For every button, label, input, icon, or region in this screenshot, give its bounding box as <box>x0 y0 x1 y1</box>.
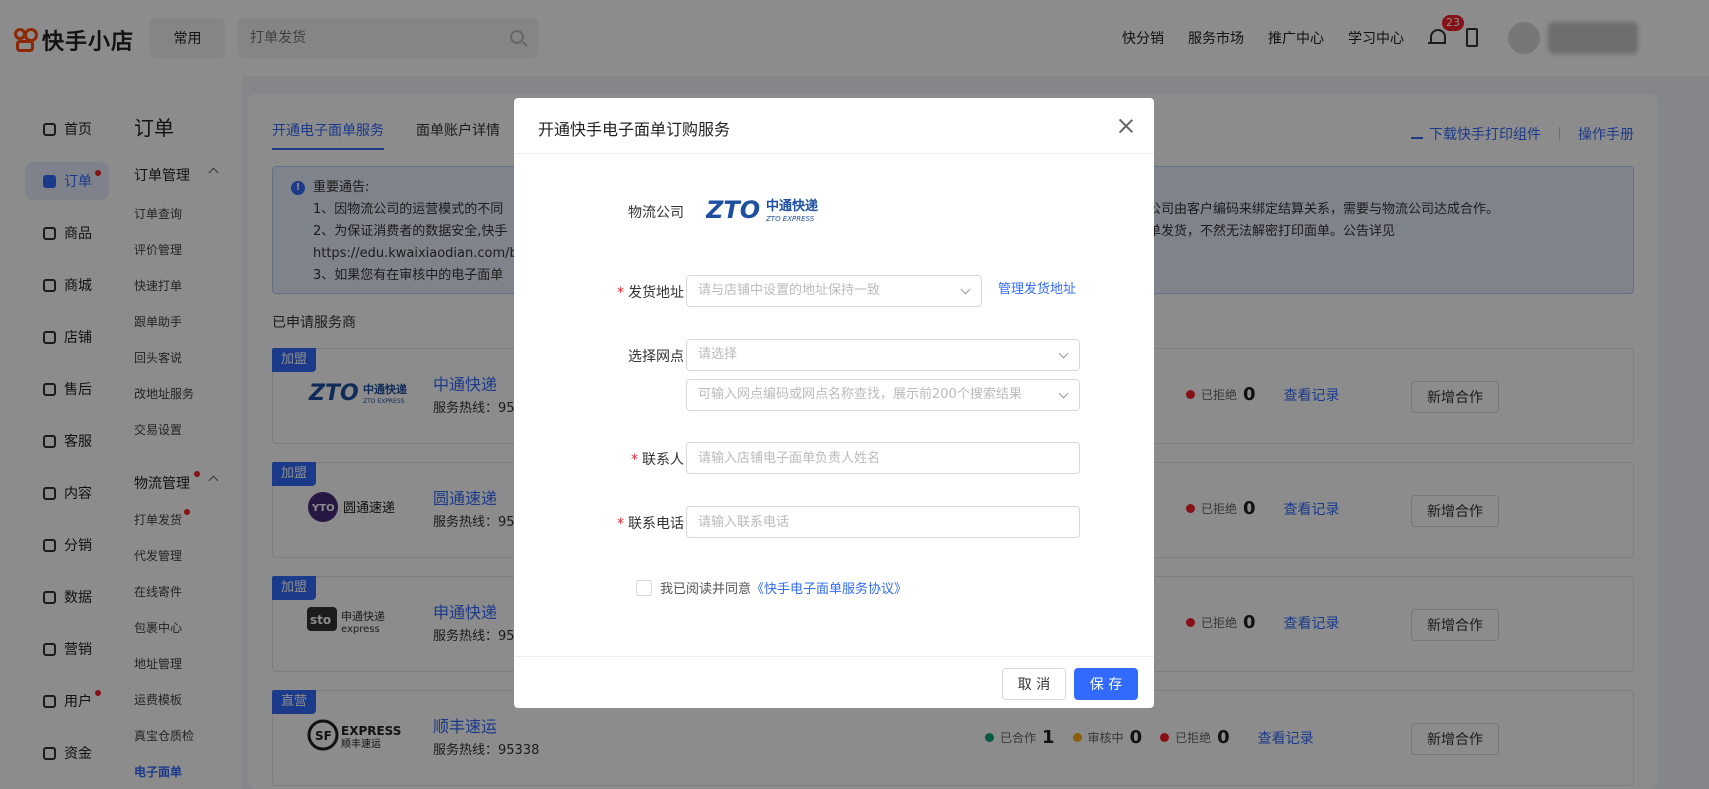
contact-input[interactable] <box>686 442 1080 474</box>
contact-label: * 联系人 <box>631 452 684 468</box>
label-text: 联系人 <box>642 452 684 468</box>
branch-select[interactable]: 请选择 <box>686 339 1080 371</box>
select-placeholder: 请与店铺中设置的地址保持一致 <box>698 283 881 298</box>
address-select[interactable]: 请与店铺中设置的地址保持一致 <box>686 275 982 307</box>
phone-input[interactable] <box>686 506 1080 538</box>
select-placeholder: 请选择 <box>698 347 738 362</box>
agreement-row: 我已阅读并同意 《快手电子面单服务协议》 <box>636 578 907 597</box>
select-placeholder: 可输入网点编码或网点名称查找，展示前200个搜索结果 <box>698 387 1022 402</box>
dialog-footer: 取 消 保 存 <box>514 656 1154 708</box>
agree-text: 我已阅读并同意 <box>660 582 752 597</box>
label-text: 发货地址 <box>628 285 684 301</box>
save-button[interactable]: 保 存 <box>1074 668 1138 700</box>
dialog-header: 开通快手电子面单订购服务 <box>514 98 1154 154</box>
chevron-down-icon <box>1058 388 1069 399</box>
svg-text:ZTO EXPRESS: ZTO EXPRESS <box>765 215 815 223</box>
branch-search-select[interactable]: 可输入网点编码或网点名称查找，展示前200个搜索结果 <box>686 379 1080 411</box>
chevron-down-icon <box>1058 348 1069 359</box>
svg-text:中通快递: 中通快递 <box>766 198 818 214</box>
manage-address-link[interactable]: 管理发货地址 <box>998 278 1076 297</box>
company-label: 物流公司 <box>628 205 684 221</box>
agree-checkbox[interactable] <box>636 579 652 596</box>
subscribe-waybill-dialog: 开通快手电子面单订购服务 物流公司 ZTO 中通快递 ZTO EXPRESS * 发货… <box>514 98 1154 708</box>
phone-label: * 联系电话 <box>617 516 684 532</box>
branch-label: 选择网点 <box>628 349 684 365</box>
label-text: 联系电话 <box>628 516 684 532</box>
agreement-link[interactable]: 《快手电子面单服务协议》 <box>751 578 907 597</box>
close-icon[interactable] <box>1118 118 1134 134</box>
address-label: * 发货地址 <box>617 285 684 301</box>
cancel-button[interactable]: 取 消 <box>1002 668 1066 700</box>
chevron-down-icon <box>960 284 971 295</box>
dialog-title: 开通快手电子面单订购服务 <box>538 120 731 139</box>
zto-express-logo: ZTO 中通快递 ZTO EXPRESS <box>705 194 836 230</box>
svg-text:ZTO: ZTO <box>706 196 760 224</box>
